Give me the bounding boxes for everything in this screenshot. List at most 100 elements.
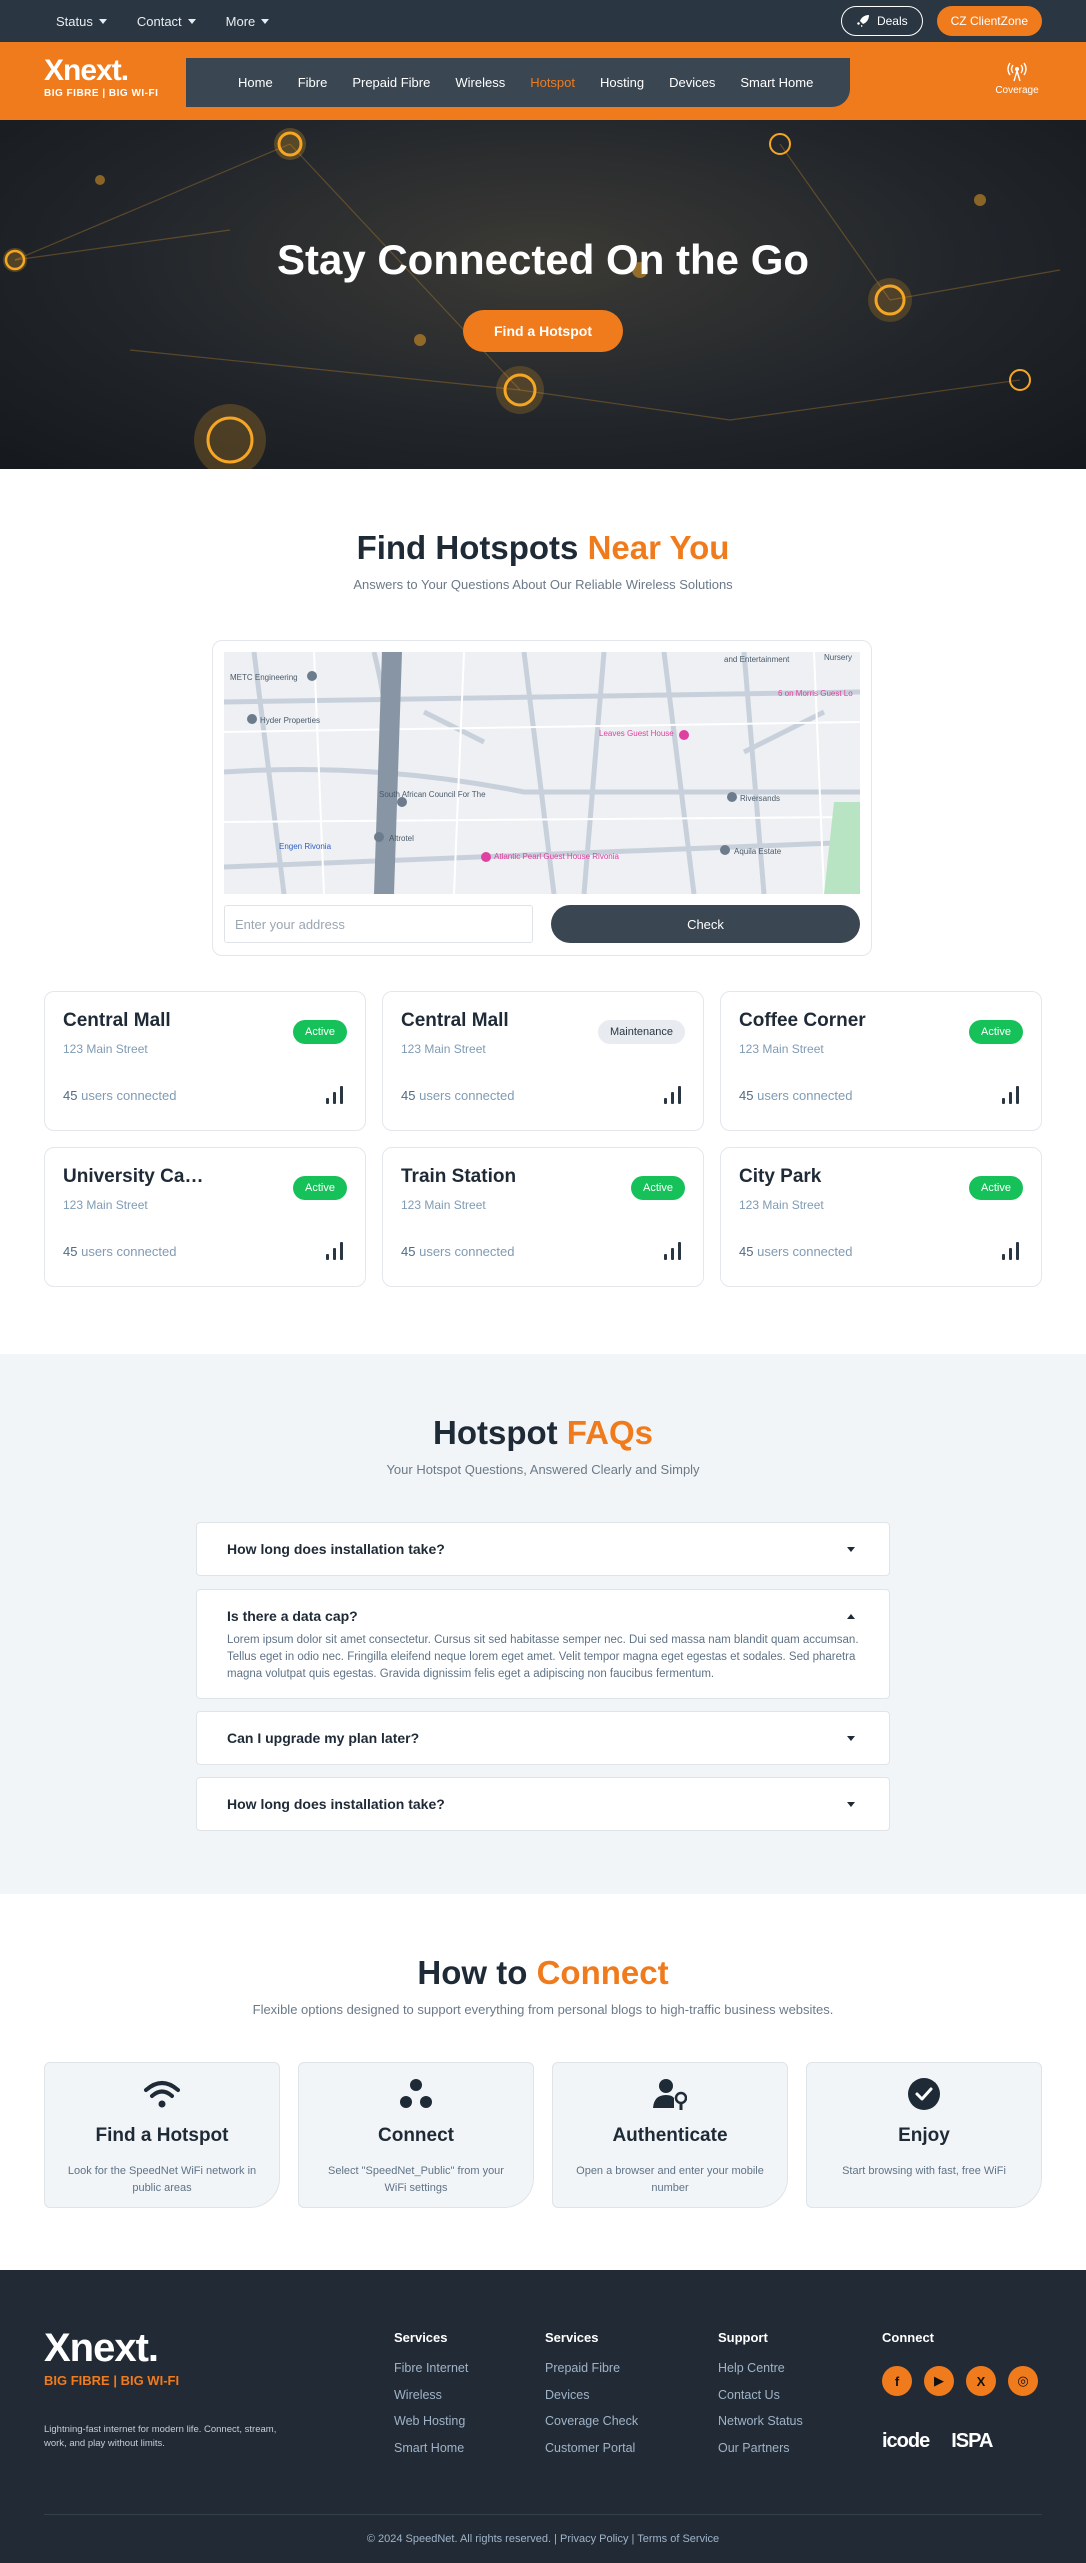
footer-column: Services Prepaid Fibre Devices Coverage …	[545, 2330, 638, 2461]
users-connected: 45 users connected	[739, 1088, 853, 1103]
users-label: users connected	[757, 1088, 853, 1103]
hotspot-card[interactable]: Central Mall 123 Main Street Active 45 u…	[44, 991, 366, 1131]
step-card: Connect Select "SpeedNet_Public" from yo…	[298, 2062, 534, 2208]
footer-link[interactable]: Devices	[545, 2382, 638, 2409]
users-count: 45	[63, 1088, 78, 1103]
address-input[interactable]: Enter your address	[224, 905, 533, 943]
user-lock-icon	[553, 2077, 787, 2111]
nav-hosting[interactable]: Hosting	[600, 75, 644, 90]
users-label: users connected	[81, 1088, 177, 1103]
footer-link[interactable]: Network Status	[718, 2408, 803, 2435]
hotspot-name: Central Mall	[63, 1010, 171, 1031]
map-label: Atlantic Pearl Guest House Rivonia	[494, 852, 620, 861]
footer-link[interactable]: Fibre Internet	[394, 2355, 468, 2382]
connect-icon	[299, 2077, 533, 2111]
top-nav-more[interactable]: More	[226, 14, 270, 29]
users-label: users connected	[81, 1244, 177, 1259]
signal-icon	[1002, 1242, 1019, 1260]
top-nav-status[interactable]: Status	[56, 14, 107, 29]
step-desc: Select "SpeedNet_Public" from your WiFi …	[328, 2165, 504, 2194]
connect-subtitle: Flexible options designed to support eve…	[252, 2002, 834, 2017]
connect-title: How to Connect	[0, 1954, 1086, 1992]
nav-wireless[interactable]: Wireless	[455, 75, 505, 90]
faq-question: Can I upgrade my plan later?	[227, 1730, 420, 1746]
hotspot-card[interactable]: Coffee Corner 123 Main Street Active 45 …	[720, 991, 1042, 1131]
icode-logo: icode	[882, 2430, 930, 2452]
logo[interactable]: Xnext. BIG FIBRE | BIG WI-FI	[44, 56, 164, 100]
chevron-up-icon	[847, 1614, 855, 1619]
footer-link[interactable]: Prepaid Fibre	[545, 2355, 638, 2382]
hotspot-card[interactable]: City Park 123 Main Street Active 45 user…	[720, 1147, 1042, 1287]
footer-link[interactable]: Web Hosting	[394, 2408, 468, 2435]
nav-devices[interactable]: Devices	[669, 75, 715, 90]
top-nav-contact[interactable]: Contact	[137, 14, 196, 29]
hotspot-card[interactable]: Central Mall 123 Main Street Maintenance…	[382, 991, 704, 1131]
users-connected: 45 users connected	[401, 1088, 515, 1103]
hotspot-name: University Campus	[63, 1166, 213, 1187]
find-title-accent: Near You	[587, 529, 730, 566]
footer-link[interactable]: Smart Home	[394, 2435, 468, 2462]
signal-icon	[1002, 1086, 1019, 1104]
chevron-down-icon	[847, 1547, 855, 1552]
nav-prepaid-fibre[interactable]: Prepaid Fibre	[352, 75, 430, 90]
faq-item[interactable]: How long does installation take?	[196, 1777, 890, 1831]
footer-link[interactable]: Contact Us	[718, 2382, 803, 2409]
footer-logo[interactable]: Xnext. BIG FIBRE | BIG WI-FI	[44, 2326, 179, 2388]
x-twitter-icon[interactable]: X	[966, 2366, 996, 2396]
facebook-icon[interactable]: f	[882, 2366, 912, 2396]
footer-link[interactable]: Our Partners	[718, 2435, 803, 2462]
status-badge: Maintenance	[598, 1020, 685, 1044]
instagram-icon[interactable]: ◎	[1008, 2366, 1038, 2396]
hotspot-street: 123 Main Street	[739, 1042, 824, 1056]
check-circle-icon	[807, 2077, 1041, 2111]
main-nav: Home Fibre Prepaid Fibre Wireless Hotspo…	[186, 58, 850, 107]
hero: Stay Connected On the Go Find a Hotspot	[0, 120, 1086, 469]
faq-item[interactable]: Can I upgrade my plan later?	[196, 1711, 890, 1765]
footer-link[interactable]: Wireless	[394, 2382, 468, 2409]
status-badge: Active	[293, 1176, 347, 1200]
youtube-icon[interactable]: ▶	[924, 2366, 954, 2396]
hotspot-card[interactable]: University Campus 123 Main Street Active…	[44, 1147, 366, 1287]
nav-hotspot[interactable]: Hotspot	[530, 75, 575, 90]
users-label: users connected	[419, 1088, 515, 1103]
nav-home[interactable]: Home	[238, 75, 273, 90]
step-title: Find a Hotspot	[95, 2125, 229, 2146]
hotspot-map[interactable]: METC Engineering Hyder Properties South …	[224, 652, 860, 894]
logo-tagline: BIG FIBRE | BIG WI-FI	[44, 88, 159, 99]
top-nav: Status Contact More	[56, 14, 270, 29]
find-subtitle: Answers to Your Questions About Our Reli…	[353, 577, 733, 592]
hotspot-name: Central Mall	[401, 1010, 509, 1031]
map-label: South African Council For The	[379, 790, 486, 799]
deals-button[interactable]: Deals	[840, 6, 923, 36]
clientzone-button[interactable]: CZ ClientZone	[936, 6, 1042, 36]
footer-column-title: Support	[718, 2330, 768, 2345]
coverage-link[interactable]: Coverage	[992, 62, 1042, 96]
check-button[interactable]: Check	[551, 905, 860, 943]
find-hotspot-button[interactable]: Find a Hotspot	[463, 310, 623, 352]
find-title: Find Hotspots Near You	[0, 529, 1086, 567]
find-hotspots-section: Find Hotspots Near You Answers to Your Q…	[0, 469, 1086, 1354]
nav-fibre[interactable]: Fibre	[298, 75, 328, 90]
users-count: 45	[401, 1244, 416, 1259]
users-count: 45	[401, 1088, 416, 1103]
map-label: Nursery	[824, 653, 852, 662]
chevron-down-icon	[847, 1802, 855, 1807]
top-nav-label: Status	[56, 13, 93, 29]
footer-link[interactable]: Help Centre	[718, 2355, 803, 2382]
status-badge: Active	[631, 1176, 685, 1200]
faq-item[interactable]: How long does installation take?	[196, 1522, 890, 1576]
footer-column-title: Services	[545, 2330, 599, 2345]
footer-link[interactable]: Customer Portal	[545, 2435, 638, 2462]
footer-connect-column: Connect	[882, 2330, 934, 2355]
hotspot-card[interactable]: Train Station 123 Main Street Active 45 …	[382, 1147, 704, 1287]
users-connected: 45 users connected	[63, 1088, 177, 1103]
hotspot-street: 123 Main Street	[63, 1042, 148, 1056]
map-label: Engen Rivonia	[279, 842, 332, 851]
faq-title: Hotspot FAQs	[0, 1414, 1086, 1452]
faq-item-open[interactable]: Is there a data cap? Lorem ipsum dolor s…	[196, 1589, 890, 1699]
copyright: © 2024 SpeedNet. All rights reserved. | …	[366, 2533, 720, 2545]
footer-link[interactable]: Coverage Check	[545, 2408, 638, 2435]
faq-question: How long does installation take?	[227, 1541, 445, 1557]
nav-smart-home[interactable]: Smart Home	[740, 75, 813, 90]
top-buttons: Deals CZ ClientZone	[840, 6, 1042, 36]
